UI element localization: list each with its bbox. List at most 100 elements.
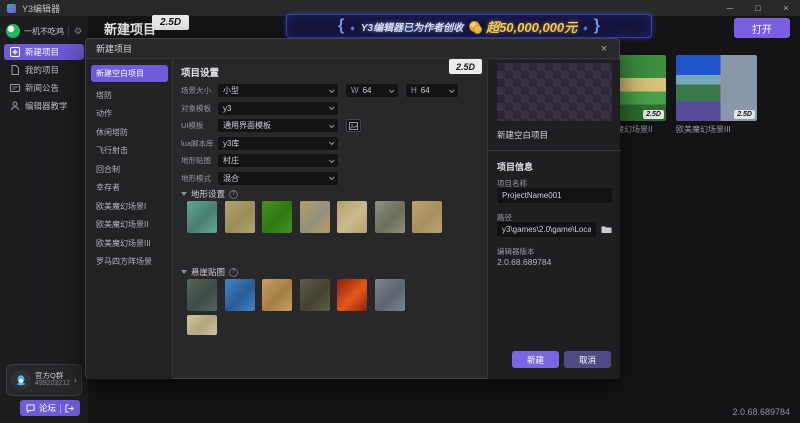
dropdown-value: 村庄 [223, 155, 239, 166]
field-row-lua-library: lua脚本库 y3库 [181, 137, 338, 150]
project-card[interactable]: 2.5D 欧美魔幻场景III [676, 55, 757, 135]
sidebar-item-tutorials[interactable]: 编辑器教学 [4, 98, 84, 114]
editor-version-label: 编辑器版本 [497, 246, 535, 257]
close-button[interactable]: × [772, 0, 800, 16]
sparkle-icon [350, 17, 355, 35]
field-label: lua脚本库 [181, 138, 218, 149]
page-title: 新建项目 [104, 19, 156, 38]
tab-roman-scene[interactable]: 罗马四方阵场景 [86, 253, 173, 272]
cliff-texture-list [187, 279, 405, 311]
promo-banner[interactable]: { Y3编辑器已为作者创收 超50,000,000元 } [286, 14, 652, 38]
chevron-right-icon: › [74, 375, 77, 386]
height-dropdown[interactable]: H 64 [406, 84, 458, 97]
sidebar-item-new-project[interactable]: 新建项目 [4, 44, 84, 60]
tab-blank-project[interactable]: 新建空白项目 [91, 65, 168, 82]
field-label: 对象模板 [181, 103, 218, 114]
cliff-section-title: 悬崖贴图 [191, 266, 225, 278]
field-label: UI模板 [181, 120, 218, 131]
terrain-section-title: 地形设置 [191, 188, 225, 200]
cliff-texture-swatch[interactable] [225, 279, 255, 311]
cliff-section-header[interactable]: 悬崖贴图 [181, 267, 238, 277]
width-dropdown[interactable]: W 64 [346, 84, 398, 97]
tab-fantasy-2[interactable]: 欧美魔幻场景II [86, 216, 173, 235]
terrain-texture-dropdown[interactable]: 村庄 [218, 154, 338, 167]
app-logo-icon [7, 4, 16, 13]
cancel-button[interactable]: 取消 [564, 351, 611, 368]
card-mode-badge: 2.5D [643, 110, 664, 119]
project-info-title: 项目信息 [497, 160, 533, 173]
help-icon[interactable] [229, 268, 238, 277]
cliff-texture-swatch[interactable] [337, 279, 367, 311]
cliff-texture-swatch[interactable] [187, 279, 217, 311]
window-title: Y3编辑器 [22, 2, 60, 15]
gear-icon[interactable]: ⚙ [74, 26, 82, 37]
object-template-dropdown[interactable]: y3 [218, 102, 338, 115]
cliff-texture-swatch[interactable] [300, 279, 330, 311]
dialog-close-icon[interactable]: × [597, 42, 611, 56]
sidebar-item-my-projects[interactable]: 我的项目 [4, 62, 84, 78]
tab-action[interactable]: 动作 [86, 105, 173, 124]
open-button[interactable]: 打开 [734, 18, 790, 38]
terrain-texture-swatch[interactable] [375, 201, 405, 233]
divider [60, 404, 61, 413]
browse-folder-button[interactable] [599, 222, 613, 237]
terrain-texture-swatch[interactable] [187, 201, 217, 233]
terrain-mode-dropdown[interactable]: 混合 [218, 172, 338, 185]
folder-icon [601, 225, 612, 234]
chevron-down-icon [329, 87, 335, 93]
height-label: H [411, 86, 417, 95]
qq-icon [11, 370, 31, 390]
tab-fantasy-1[interactable]: 欧美魔幻场景I [86, 197, 173, 216]
field-label: 场景大小 [181, 85, 218, 96]
cliff-texture-swatch[interactable] [375, 279, 405, 311]
sparkle-icon [583, 17, 588, 35]
ui-template-preview-button[interactable] [346, 119, 361, 132]
help-icon[interactable] [229, 190, 238, 199]
sidebar-item-label: 编辑器教学 [25, 100, 68, 112]
sidebar-item-news[interactable]: 新闻公告 [4, 80, 84, 96]
maximize-button[interactable]: □ [744, 0, 772, 16]
settings-section-title: 项目设置 [181, 65, 219, 79]
terrain-texture-swatch[interactable] [262, 201, 292, 233]
avatar [6, 24, 20, 38]
editor-version-value: 2.0.68.689784 [497, 257, 551, 267]
tab-turn-based[interactable]: 回合制 [86, 160, 173, 179]
terrain-section-header[interactable]: 地形设置 [181, 189, 238, 199]
tab-tower-defense[interactable]: 塔防 [86, 86, 173, 105]
new-project-dialog: 新建项目 × 新建空白项目 塔防 动作 休闲塔防 飞行射击 回合制 幸存者 欧美… [85, 38, 620, 379]
logout-icon[interactable] [65, 404, 74, 413]
qq-group-card[interactable]: 官方Q群 499203212 › [6, 364, 82, 396]
banner-amount: 超50,000,000元 [486, 17, 577, 36]
terrain-texture-swatch[interactable] [337, 201, 367, 233]
template-tabs: 塔防 动作 休闲塔防 飞行射击 回合制 幸存者 欧美魔幻场景I 欧美魔幻场景II… [86, 86, 173, 271]
project-card-label: 欧美魔幻场景III [676, 124, 757, 135]
terrain-texture-swatch[interactable] [300, 201, 330, 233]
banner-text: Y3编辑器已为作者创收 [361, 19, 463, 34]
terrain-texture-swatch[interactable] [225, 201, 255, 233]
forum-button[interactable]: 论坛 [20, 400, 80, 416]
user-profile[interactable]: 一机不吃鸡 ⚙ [6, 22, 84, 40]
create-button[interactable]: 新建 [512, 351, 559, 368]
tab-shooter[interactable]: 飞行射击 [86, 142, 173, 161]
lua-library-dropdown[interactable]: y3库 [218, 137, 338, 150]
tab-survivor[interactable]: 幸存者 [86, 179, 173, 198]
chevron-down-icon [449, 87, 455, 93]
image-icon [349, 122, 358, 130]
chevron-down-icon [329, 139, 335, 145]
banner-brace-left: { [338, 17, 344, 35]
tab-fantasy-3[interactable]: 欧美魔幻场景III [86, 234, 173, 253]
ui-template-dropdown[interactable]: 通用界面模板 [218, 119, 338, 132]
sidebar-item-label: 新闻公告 [25, 82, 59, 94]
cliff-texture-swatch[interactable] [262, 279, 292, 311]
scene-size-dropdown[interactable]: 小型 [218, 84, 338, 97]
tab-casual-td[interactable]: 休闲塔防 [86, 123, 173, 142]
field-label: 地形模式 [181, 173, 218, 184]
dialog-title: 新建项目 [96, 42, 132, 55]
chat-icon [26, 404, 35, 413]
minimize-button[interactable]: ─ [716, 0, 744, 16]
terrain-texture-swatch[interactable] [412, 201, 442, 233]
project-name-input[interactable] [497, 188, 612, 203]
cliff-texture-swatch[interactable] [187, 315, 217, 335]
field-row-ui-template: UI模板 通用界面模板 [181, 119, 361, 132]
path-input[interactable] [497, 222, 596, 237]
